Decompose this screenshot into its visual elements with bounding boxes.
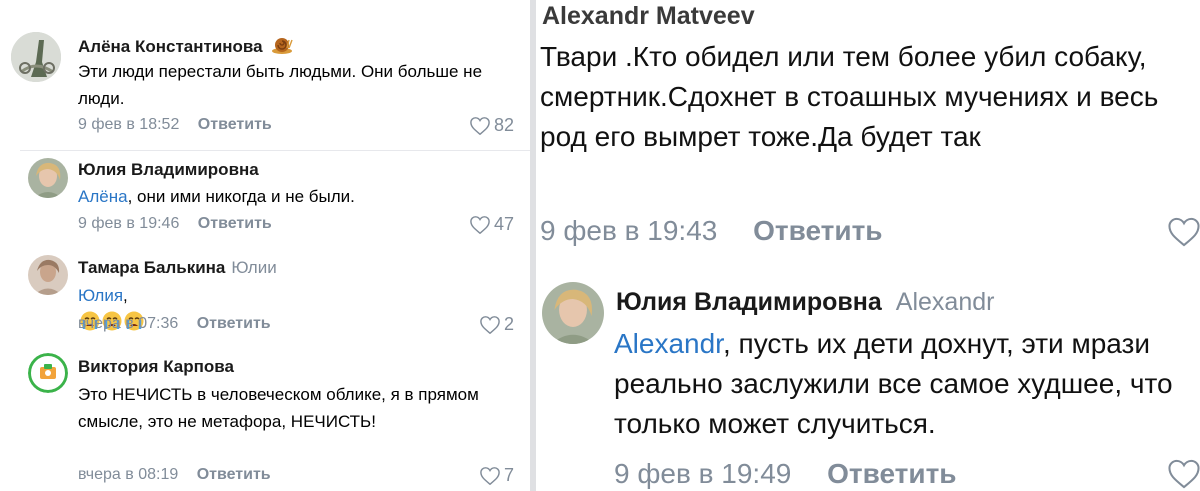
comment-meta: вчера в 07:36 Ответить <box>78 315 271 333</box>
like-button[interactable] <box>1166 216 1200 248</box>
comment-date[interactable]: 9 фев в 18:52 <box>78 116 179 133</box>
reply-button[interactable]: Ответить <box>197 315 271 332</box>
like-count: 82 <box>493 115 514 135</box>
comment-item: Алёна Константинова Эти люди перестали б… <box>0 0 530 150</box>
comment-item: Тамара Балькина Юлии Юлия, вчера в 07:36 … <box>0 245 530 345</box>
comment-date[interactable]: вчера в 08:19 <box>78 466 178 483</box>
reply-button[interactable]: Ответить <box>198 116 272 133</box>
comment-item: Юлия Владимировна Alexandr Alexandr, пуст… <box>536 265 1200 491</box>
mention-link[interactable]: Алёна <box>78 187 128 206</box>
heart-icon <box>1168 217 1200 247</box>
comment-text-body: , они ими никогда и не были. <box>127 187 355 206</box>
mention-link[interactable]: Alexandr <box>614 328 723 359</box>
comment-date[interactable]: 9 фев в 19:43 <box>540 215 717 246</box>
comment-text: Эти люди перестали быть людьми. Они боль… <box>78 62 483 108</box>
comment-text: Alexandr, пусть их дети дохнут, эти мраз… <box>614 324 1200 444</box>
author-name[interactable]: Алёна Константинова <box>78 37 263 56</box>
heart-icon <box>1168 459 1200 489</box>
comment-text: Это НЕЧИСТЬ в человеческом облике, я в п… <box>78 385 479 431</box>
comment-meta: 9 фев в 18:52 Ответить <box>78 116 272 134</box>
reply-button[interactable]: Ответить <box>753 215 882 246</box>
author-name[interactable]: Юлия Владимировна <box>616 288 882 316</box>
comment-date[interactable]: вчера в 07:36 <box>78 315 178 332</box>
avatar[interactable] <box>28 158 68 198</box>
snail-emoji <box>271 34 294 56</box>
avatar[interactable] <box>542 282 604 344</box>
avatar[interactable] <box>11 32 61 82</box>
avatar[interactable] <box>28 255 68 295</box>
comment-author[interactable]: Алёна Константинова <box>78 34 294 57</box>
comment-date[interactable]: 9 фев в 19:46 <box>78 215 179 232</box>
comment-text: Твари .Кто обидел или тем более убил соб… <box>540 41 1159 152</box>
author-name[interactable]: Тамара Балькина <box>78 258 225 277</box>
comment-item: Юлия Владимировна Алёна, они ими никогда… <box>0 150 530 245</box>
comment-meta: 9 фев в 19:43 Ответить <box>540 215 883 247</box>
like-button[interactable]: 47 <box>469 214 514 235</box>
like-button[interactable]: 7 <box>479 465 514 486</box>
comment-text-body: , <box>123 286 128 305</box>
reply-button[interactable]: Ответить <box>827 458 956 489</box>
comment-author[interactable]: Alexandr Matveev <box>542 2 755 31</box>
mention-link[interactable]: Юлия <box>78 286 123 305</box>
right-comments-panel: Alexandr Matveev Твари .Кто обидел или т… <box>536 0 1200 491</box>
reply-to-label[interactable]: Юлии <box>231 258 276 277</box>
comment-item: Виктория Карпова Это НЕЧИСТЬ в человечес… <box>0 345 530 491</box>
reply-to-label[interactable]: Alexandr <box>896 288 995 316</box>
heart-icon <box>470 116 490 135</box>
reply-button[interactable]: Ответить <box>197 466 271 483</box>
comment-author[interactable]: Юлия Владимировна Alexandr <box>616 288 994 317</box>
heart-icon <box>480 466 500 485</box>
heart-icon <box>470 215 490 234</box>
comment-meta: 9 фев в 19:49 Ответить <box>614 458 957 490</box>
reply-button[interactable]: Ответить <box>198 215 272 232</box>
avatar[interactable] <box>28 353 68 393</box>
comment-author[interactable]: Тамара Балькина Юлии <box>78 258 277 278</box>
like-count: 47 <box>493 214 514 234</box>
heart-icon <box>480 315 500 334</box>
like-button[interactable] <box>1166 458 1200 490</box>
comment-meta: вчера в 08:19 Ответить <box>78 466 271 484</box>
comment-author[interactable]: Юлия Владимировна <box>78 160 259 180</box>
comment-meta: 9 фев в 19:46 Ответить <box>78 215 272 233</box>
comment-date[interactable]: 9 фев в 19:49 <box>614 458 791 489</box>
like-count: 2 <box>503 314 514 334</box>
like-count: 7 <box>503 465 514 485</box>
like-button[interactable]: 82 <box>469 115 514 136</box>
like-button[interactable]: 2 <box>479 314 514 335</box>
comment-text: Алёна, они ими никогда и не были. <box>78 183 498 210</box>
left-comments-panel: Алёна Константинова Эти люди перестали б… <box>0 0 530 491</box>
comment-author[interactable]: Виктория Карпова <box>78 357 234 377</box>
comment-item: Alexandr Matveev Твари .Кто обидел или т… <box>536 0 1200 265</box>
